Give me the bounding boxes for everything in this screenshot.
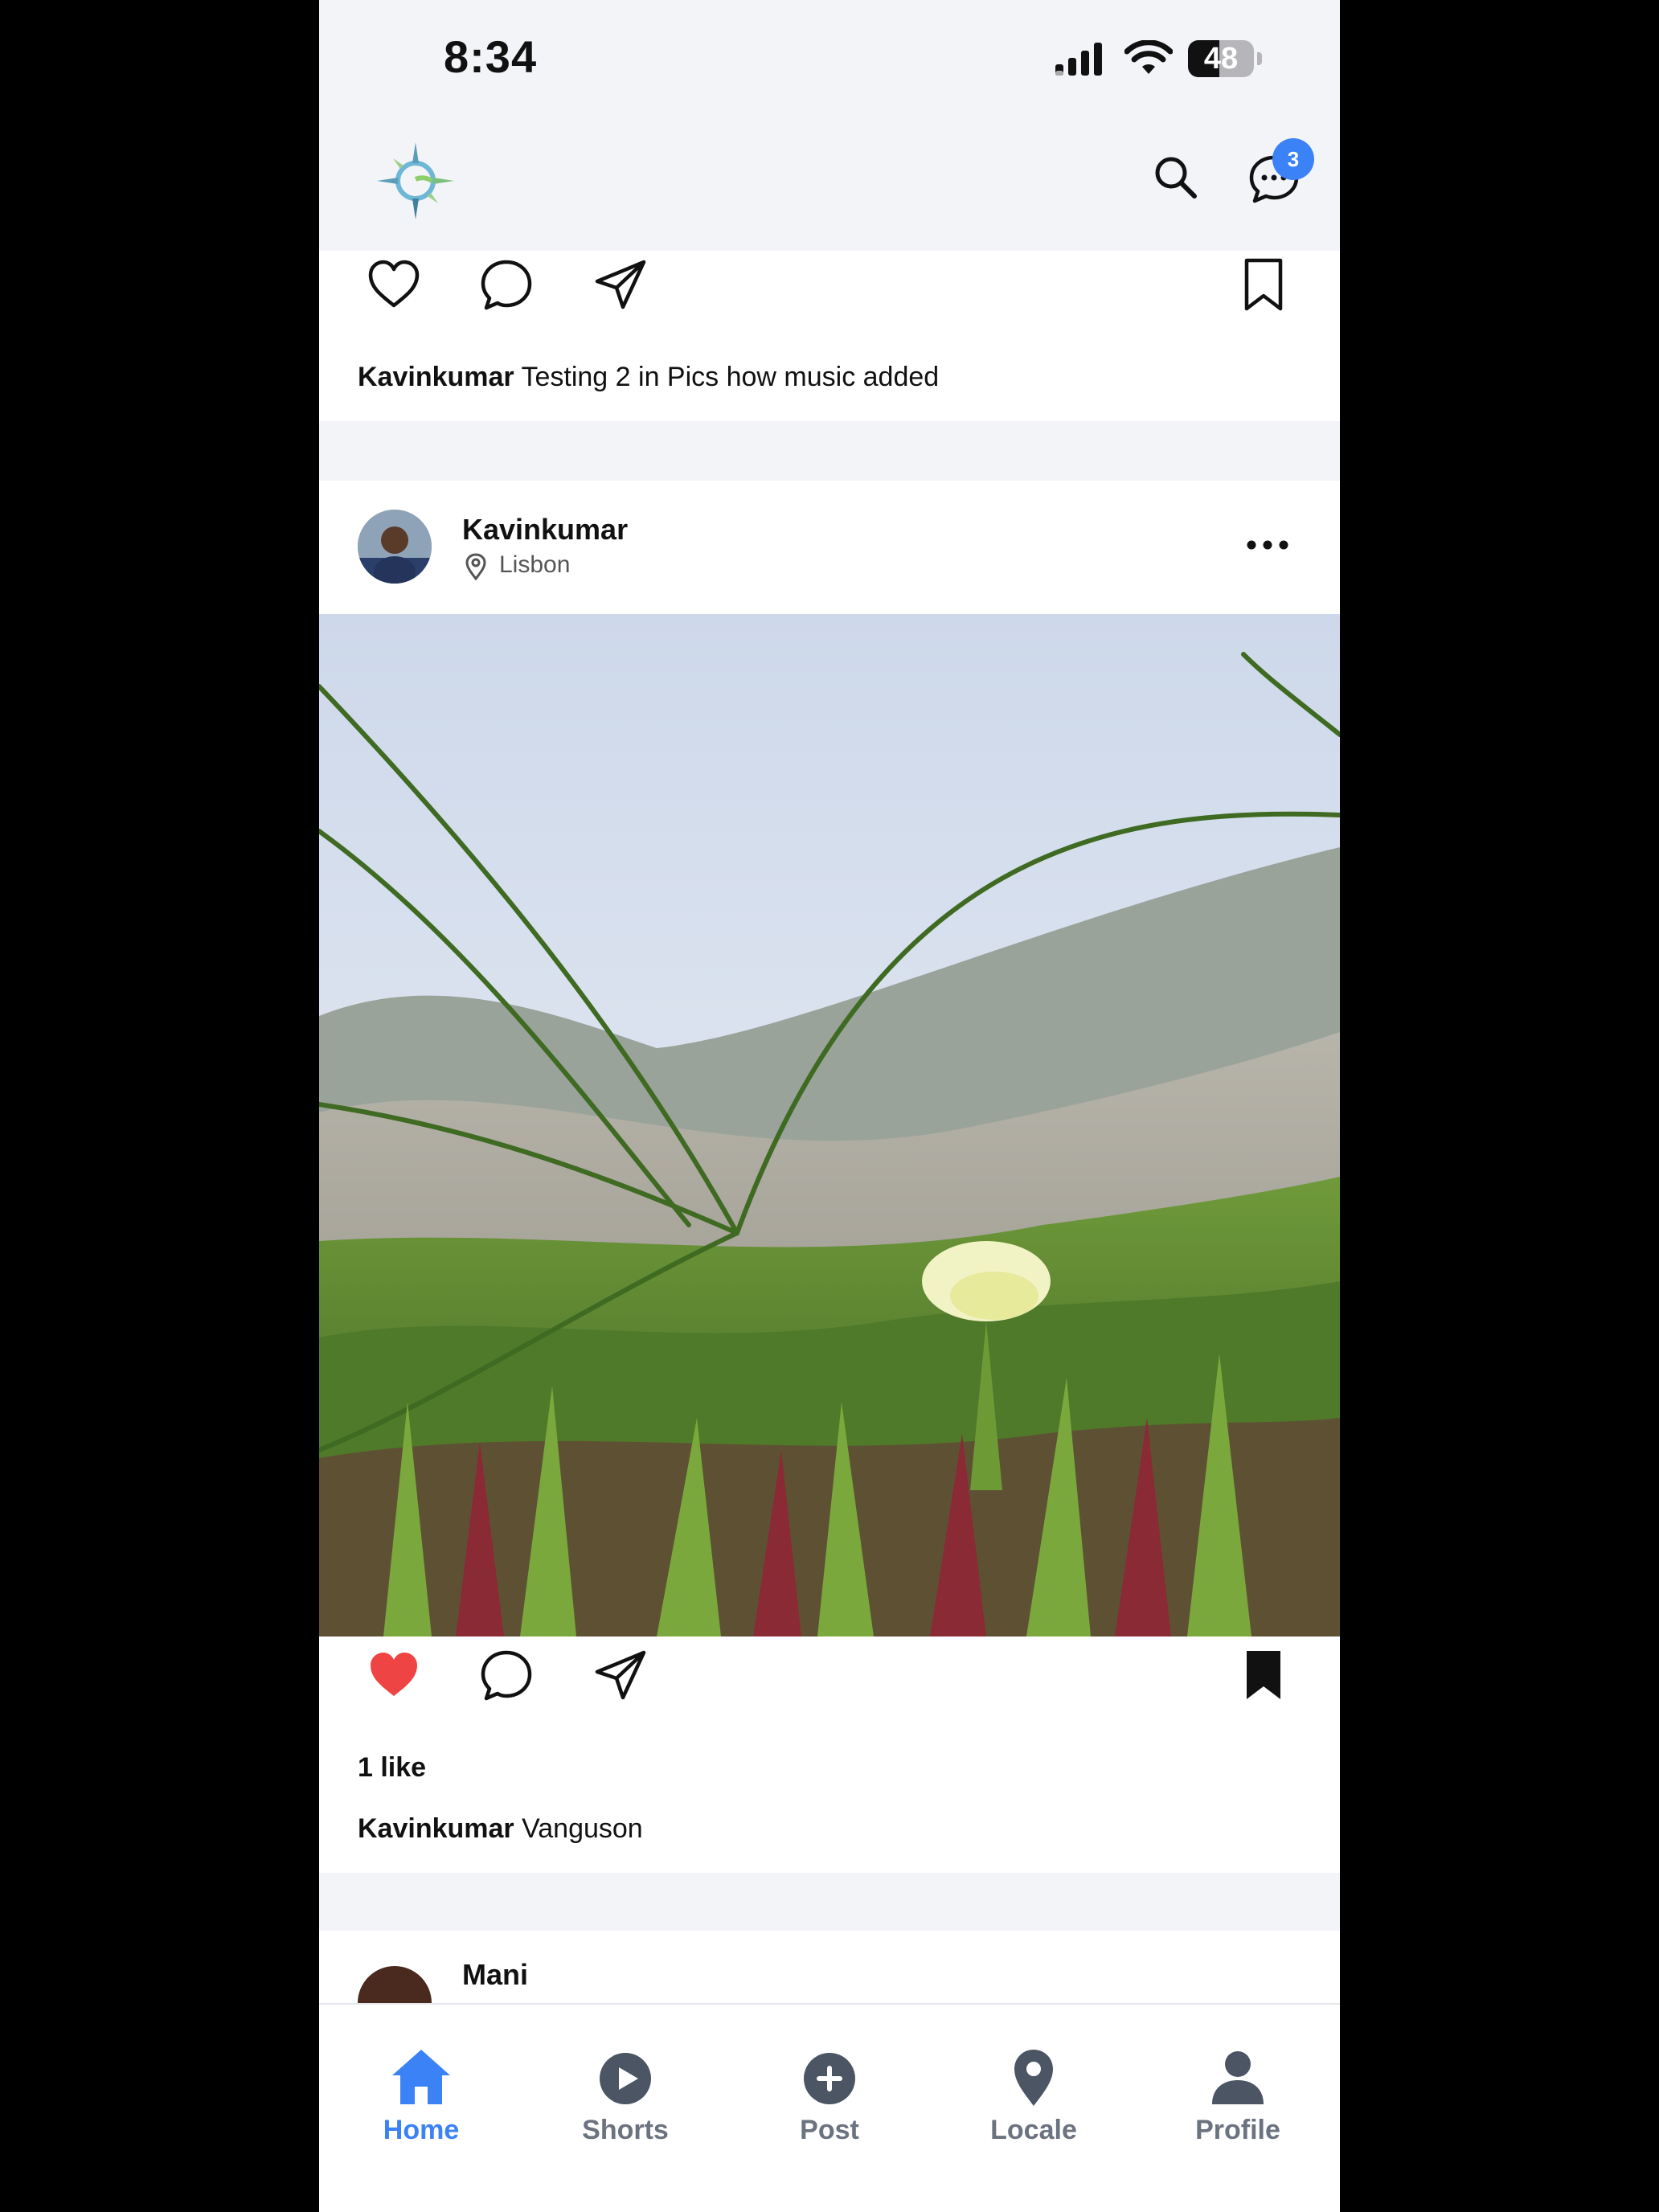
tab-profile[interactable]: Profile [1136, 2005, 1340, 2165]
tab-label: Post [800, 2115, 859, 2145]
plus-icon [804, 2053, 855, 2104]
comment-icon[interactable] [478, 257, 535, 313]
tab-home[interactable]: Home [319, 2005, 523, 2165]
play-icon [600, 2053, 651, 2104]
home-icon [392, 2050, 450, 2104]
wifi-icon [1124, 40, 1173, 74]
location-pin-icon [465, 553, 486, 580]
next-post-card: Mani [319, 1931, 1340, 2040]
like-count[interactable]: 1 like [358, 1752, 426, 1784]
share-icon[interactable] [592, 1648, 649, 1704]
bookmark-icon[interactable] [1235, 257, 1292, 313]
post-photo[interactable] [319, 614, 1340, 1636]
post-author-name[interactable]: Kavinkumar [462, 513, 628, 547]
post-header: Kavinkumar Lisbon [319, 481, 1340, 614]
tab-label: Home [383, 2115, 460, 2145]
tab-locale[interactable]: Locale [932, 2005, 1136, 2165]
previous-post-caption: Kavinkumar Testing 2 in Pics how music a… [358, 362, 939, 393]
share-icon[interactable] [592, 257, 649, 313]
caption-author[interactable]: Kavinkumar [358, 1813, 514, 1844]
caption-text: Vanguson [522, 1813, 643, 1844]
location-pin-icon [1014, 2050, 1053, 2106]
tab-label: Shorts [582, 2115, 669, 2145]
avatar[interactable] [358, 510, 432, 584]
phone-screen: 8:34 48 3 Kavinkumar Testing 2 in Pics h… [319, 0, 1340, 2212]
status-bar: 8:34 48 [319, 0, 1340, 121]
more-options-icon[interactable] [1243, 529, 1292, 561]
caption-author[interactable]: Kavinkumar [358, 362, 514, 392]
tab-post[interactable]: Post [727, 2005, 932, 2165]
battery-icon: 48 [1188, 40, 1262, 77]
heart-filled-icon[interactable] [366, 1648, 422, 1704]
heart-icon[interactable] [366, 257, 422, 313]
post-caption: Kavinkumar Vanguson [358, 1813, 643, 1845]
bottom-tab-bar: Home Shorts Post Locale Profile [319, 2003, 1340, 2212]
status-time: 8:34 [444, 31, 538, 82]
app-header: 3 [319, 121, 1340, 251]
cellular-signal-icon [1055, 43, 1102, 76]
comment-icon[interactable] [478, 1648, 535, 1704]
search-icon[interactable] [1151, 153, 1199, 201]
person-icon [1212, 2051, 1264, 2104]
tab-shorts[interactable]: Shorts [523, 2005, 727, 2165]
bookmark-filled-icon[interactable] [1235, 1648, 1292, 1704]
post-actions [319, 1636, 1340, 1725]
tab-label: Profile [1195, 2115, 1280, 2145]
tab-label: Locale [990, 2115, 1077, 2145]
compass-logo-icon[interactable] [375, 141, 456, 221]
caption-text: Testing 2 in Pics how music added [521, 362, 940, 392]
previous-post-card: Kavinkumar Testing 2 in Pics how music a… [319, 251, 1340, 421]
next-post-author-name[interactable]: Mani [462, 1958, 528, 1992]
battery-level: 48 [1203, 42, 1239, 76]
notification-badge: 3 [1272, 138, 1314, 180]
post-location[interactable]: Lisbon [499, 551, 570, 579]
